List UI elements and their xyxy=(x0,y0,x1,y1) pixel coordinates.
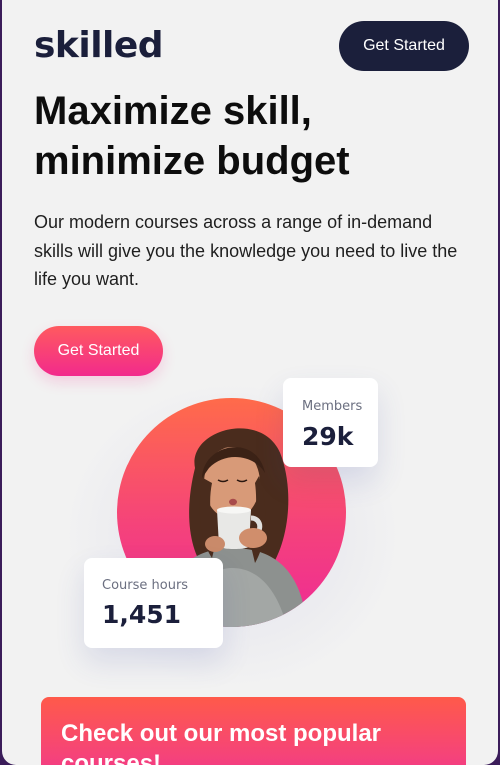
course-hours-stat-card: Course hours 1,451 xyxy=(84,558,223,648)
members-stat-value: 29k xyxy=(302,422,354,451)
popular-courses-title: Check out our most popular courses! xyxy=(61,720,382,765)
hero-headline: Maximize skill, minimize budget xyxy=(34,89,350,183)
course-hours-stat-value: 1,451 xyxy=(102,600,182,629)
landing-page: skilled Get Started Maximize skill, mini… xyxy=(2,0,498,765)
popular-courses-banner: Check out our most popular courses! xyxy=(41,697,466,765)
members-stat-label: Members xyxy=(302,399,363,414)
hero-get-started-button[interactable]: Get Started xyxy=(34,326,163,376)
brand-logo[interactable]: skilled xyxy=(34,24,164,68)
course-hours-stat-label: Course hours xyxy=(102,578,189,593)
hero-intro-text: Our modern courses across a range of in-… xyxy=(34,212,458,289)
members-stat-card: Members 29k xyxy=(283,378,378,467)
header-get-started-button[interactable]: Get Started xyxy=(339,21,469,71)
